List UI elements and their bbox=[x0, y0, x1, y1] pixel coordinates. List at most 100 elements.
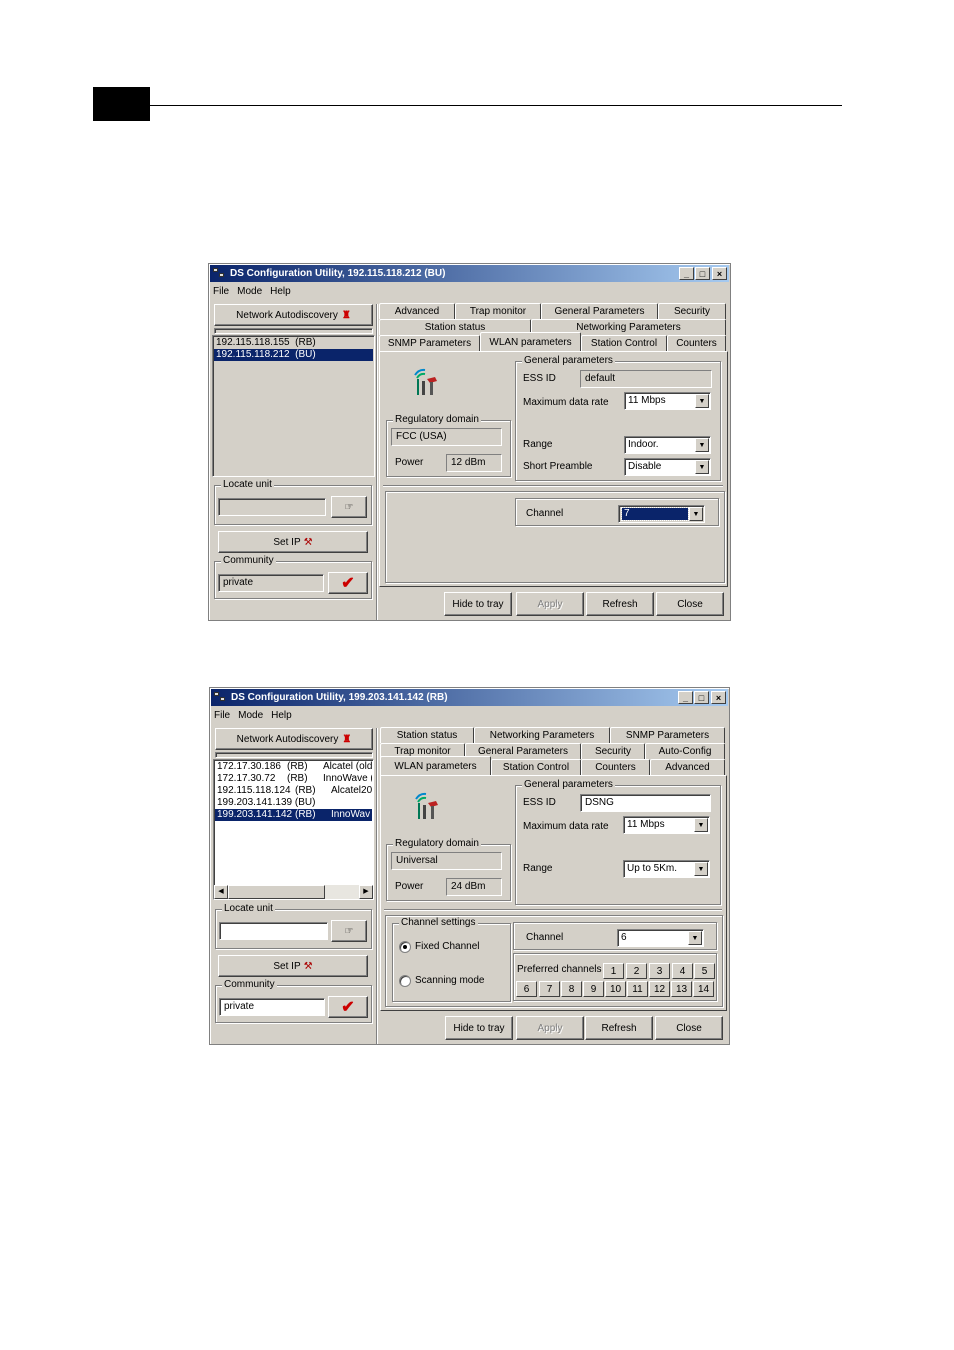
max-data-rate-select[interactable]: 11 Mbps ▼ bbox=[623, 816, 710, 834]
title-bar[interactable]: DS Configuration Utility, 192.115.118.21… bbox=[210, 265, 729, 282]
apply-button[interactable]: Apply bbox=[516, 592, 584, 616]
menu-help[interactable]: Help bbox=[270, 284, 291, 300]
community-input[interactable]: private bbox=[219, 998, 325, 1016]
menu-help[interactable]: Help bbox=[271, 708, 292, 724]
chevron-down-icon[interactable]: ▼ bbox=[695, 438, 709, 452]
chevron-down-icon[interactable]: ▼ bbox=[695, 460, 709, 474]
list-item[interactable]: 192.115.118.212 (BU) bbox=[214, 349, 373, 361]
fixed-channel-label[interactable]: Fixed Channel bbox=[415, 940, 479, 954]
close-button[interactable]: Close bbox=[655, 1016, 723, 1040]
channel-11-button[interactable]: 11 bbox=[627, 981, 648, 997]
tab-advanced[interactable]: Advanced bbox=[650, 759, 725, 775]
channel-8-button[interactable]: 8 bbox=[561, 981, 582, 997]
tab-wlan-parameters[interactable]: WLAN parameters bbox=[480, 332, 581, 351]
tab-auto-config[interactable]: Auto-Config bbox=[645, 743, 725, 759]
locate-unit-input[interactable] bbox=[218, 498, 326, 516]
tab-trap-monitor[interactable]: Trap monitor bbox=[455, 303, 541, 319]
tab-advanced[interactable]: Advanced bbox=[379, 303, 455, 319]
list-item[interactable]: 172.17.30.72 (RB) InnoWave ( bbox=[215, 773, 372, 785]
tab-counters[interactable]: Counters bbox=[667, 335, 726, 351]
minimize-icon[interactable]: _ bbox=[679, 267, 694, 280]
apply-button[interactable]: Apply bbox=[516, 1016, 584, 1040]
list-item[interactable]: 192.115.118.124(RB)Alcatel20.. bbox=[215, 785, 372, 797]
close-icon[interactable]: × bbox=[712, 267, 727, 280]
channel-9-button[interactable]: 9 bbox=[583, 981, 604, 997]
tab-general-parameters[interactable]: General Parameters bbox=[541, 303, 658, 319]
list-item[interactable]: 199.203.141.142 (RB) InnoWav bbox=[215, 809, 372, 821]
list-item[interactable]: 172.17.30.186 (RB) Alcatel (old) bbox=[215, 761, 372, 773]
tab-station-control[interactable]: Station Control bbox=[491, 759, 581, 775]
chevron-down-icon[interactable]: ▼ bbox=[695, 394, 709, 408]
refresh-button[interactable]: Refresh bbox=[585, 1016, 653, 1040]
title-bar[interactable]: DS Configuration Utility, 199.203.141.14… bbox=[211, 689, 728, 706]
scanning-mode-radio[interactable] bbox=[399, 975, 411, 987]
community-apply-button[interactable]: ✔ bbox=[328, 996, 368, 1018]
channel-6-button[interactable]: 6 bbox=[516, 981, 537, 997]
channel-select[interactable]: 7 ▼ bbox=[618, 505, 705, 523]
network-autodiscovery-button[interactable]: Network Autodiscovery ♜ bbox=[215, 728, 373, 750]
channel-5-button[interactable]: 5 bbox=[694, 963, 715, 979]
scanning-mode-label[interactable]: Scanning mode bbox=[415, 974, 485, 988]
scroll-right-icon[interactable]: ▶ bbox=[359, 885, 373, 899]
tab-station-control[interactable]: Station Control bbox=[581, 335, 667, 351]
max-data-rate-select[interactable]: 11 Mbps ▼ bbox=[624, 392, 711, 410]
fixed-channel-radio[interactable] bbox=[399, 941, 411, 953]
chevron-down-icon[interactable]: ▼ bbox=[689, 507, 703, 521]
channel-12-button[interactable]: 12 bbox=[649, 981, 670, 997]
minimize-icon[interactable]: _ bbox=[678, 691, 693, 704]
channel-4-button[interactable]: 4 bbox=[672, 963, 693, 979]
scroll-left-icon[interactable]: ◀ bbox=[214, 885, 228, 899]
hide-to-tray-button[interactable]: Hide to tray bbox=[445, 1016, 513, 1040]
channel-7-button[interactable]: 7 bbox=[539, 981, 560, 997]
tab-snmp-parameters[interactable]: SNMP Parameters bbox=[610, 727, 725, 743]
set-ip-button[interactable]: Set IP ⚒ bbox=[218, 955, 368, 977]
unit-list[interactable]: 192.115.118.155 (RB) 192.115.118.212 (BU… bbox=[212, 335, 375, 477]
maximize-icon[interactable]: □ bbox=[694, 691, 709, 704]
channel-3-button[interactable]: 3 bbox=[649, 963, 670, 979]
menu-file[interactable]: File bbox=[213, 284, 229, 300]
tab-wlan-parameters[interactable]: WLAN parameters bbox=[380, 756, 491, 775]
community-apply-button[interactable]: ✔ bbox=[328, 572, 368, 594]
channel-select[interactable]: 6 ▼ bbox=[617, 929, 704, 947]
ess-id-input[interactable]: DSNG bbox=[580, 794, 711, 812]
range-select[interactable]: Indoor. ▼ bbox=[624, 436, 711, 454]
set-ip-button[interactable]: Set IP ⚒ bbox=[218, 531, 368, 553]
menu-file[interactable]: File bbox=[214, 708, 230, 724]
chevron-down-icon[interactable]: ▼ bbox=[694, 862, 708, 876]
community-input[interactable]: private bbox=[218, 574, 324, 592]
tab-station-status[interactable]: Station status bbox=[380, 727, 474, 743]
unit-list[interactable]: 172.17.30.186 (RB) Alcatel (old) 172.17.30… bbox=[213, 759, 374, 900]
menu-mode[interactable]: Mode bbox=[238, 708, 263, 724]
close-icon[interactable]: × bbox=[711, 691, 726, 704]
scroll-thumb[interactable] bbox=[228, 885, 325, 899]
chevron-down-icon[interactable]: ▼ bbox=[688, 931, 702, 945]
tab-snmp-parameters[interactable]: SNMP Parameters bbox=[379, 335, 480, 351]
ess-id-field[interactable]: default bbox=[580, 370, 712, 388]
horizontal-scrollbar[interactable]: ◀ ▶ bbox=[214, 885, 373, 899]
hide-to-tray-button[interactable]: Hide to tray bbox=[444, 592, 512, 616]
maximize-icon[interactable]: □ bbox=[695, 267, 710, 280]
channel-14-button[interactable]: 14 bbox=[693, 981, 714, 997]
list-item[interactable]: 199.203.141.139 (BU) bbox=[215, 797, 372, 809]
list-item[interactable]: 192.115.118.155 (RB) bbox=[214, 337, 373, 349]
network-autodiscovery-button[interactable]: Network Autodiscovery ♜ bbox=[214, 304, 373, 326]
pane-divider[interactable] bbox=[376, 304, 378, 620]
tab-security[interactable]: Security bbox=[658, 303, 726, 319]
range-select[interactable]: Up to 5Km. ▼ bbox=[623, 860, 710, 878]
locate-unit-input[interactable] bbox=[219, 922, 328, 940]
menu-mode[interactable]: Mode bbox=[237, 284, 262, 300]
close-button[interactable]: Close bbox=[656, 592, 724, 616]
tab-networking-parameters[interactable]: Networking Parameters bbox=[474, 727, 610, 743]
channel-2-button[interactable]: 2 bbox=[626, 963, 647, 979]
channel-13-button[interactable]: 13 bbox=[671, 981, 692, 997]
pane-divider[interactable] bbox=[376, 728, 378, 1044]
chevron-down-icon[interactable]: ▼ bbox=[694, 818, 708, 832]
tab-counters[interactable]: Counters bbox=[581, 759, 650, 775]
channel-10-button[interactable]: 10 bbox=[605, 981, 626, 997]
refresh-button[interactable]: Refresh bbox=[586, 592, 654, 616]
tab-security[interactable]: Security bbox=[581, 743, 645, 759]
locate-unit-button[interactable]: ☞ bbox=[331, 920, 367, 942]
locate-unit-button[interactable]: ☞ bbox=[331, 496, 367, 518]
short-preamble-select[interactable]: Disable ▼ bbox=[624, 458, 711, 476]
channel-1-button[interactable]: 1 bbox=[603, 963, 624, 979]
